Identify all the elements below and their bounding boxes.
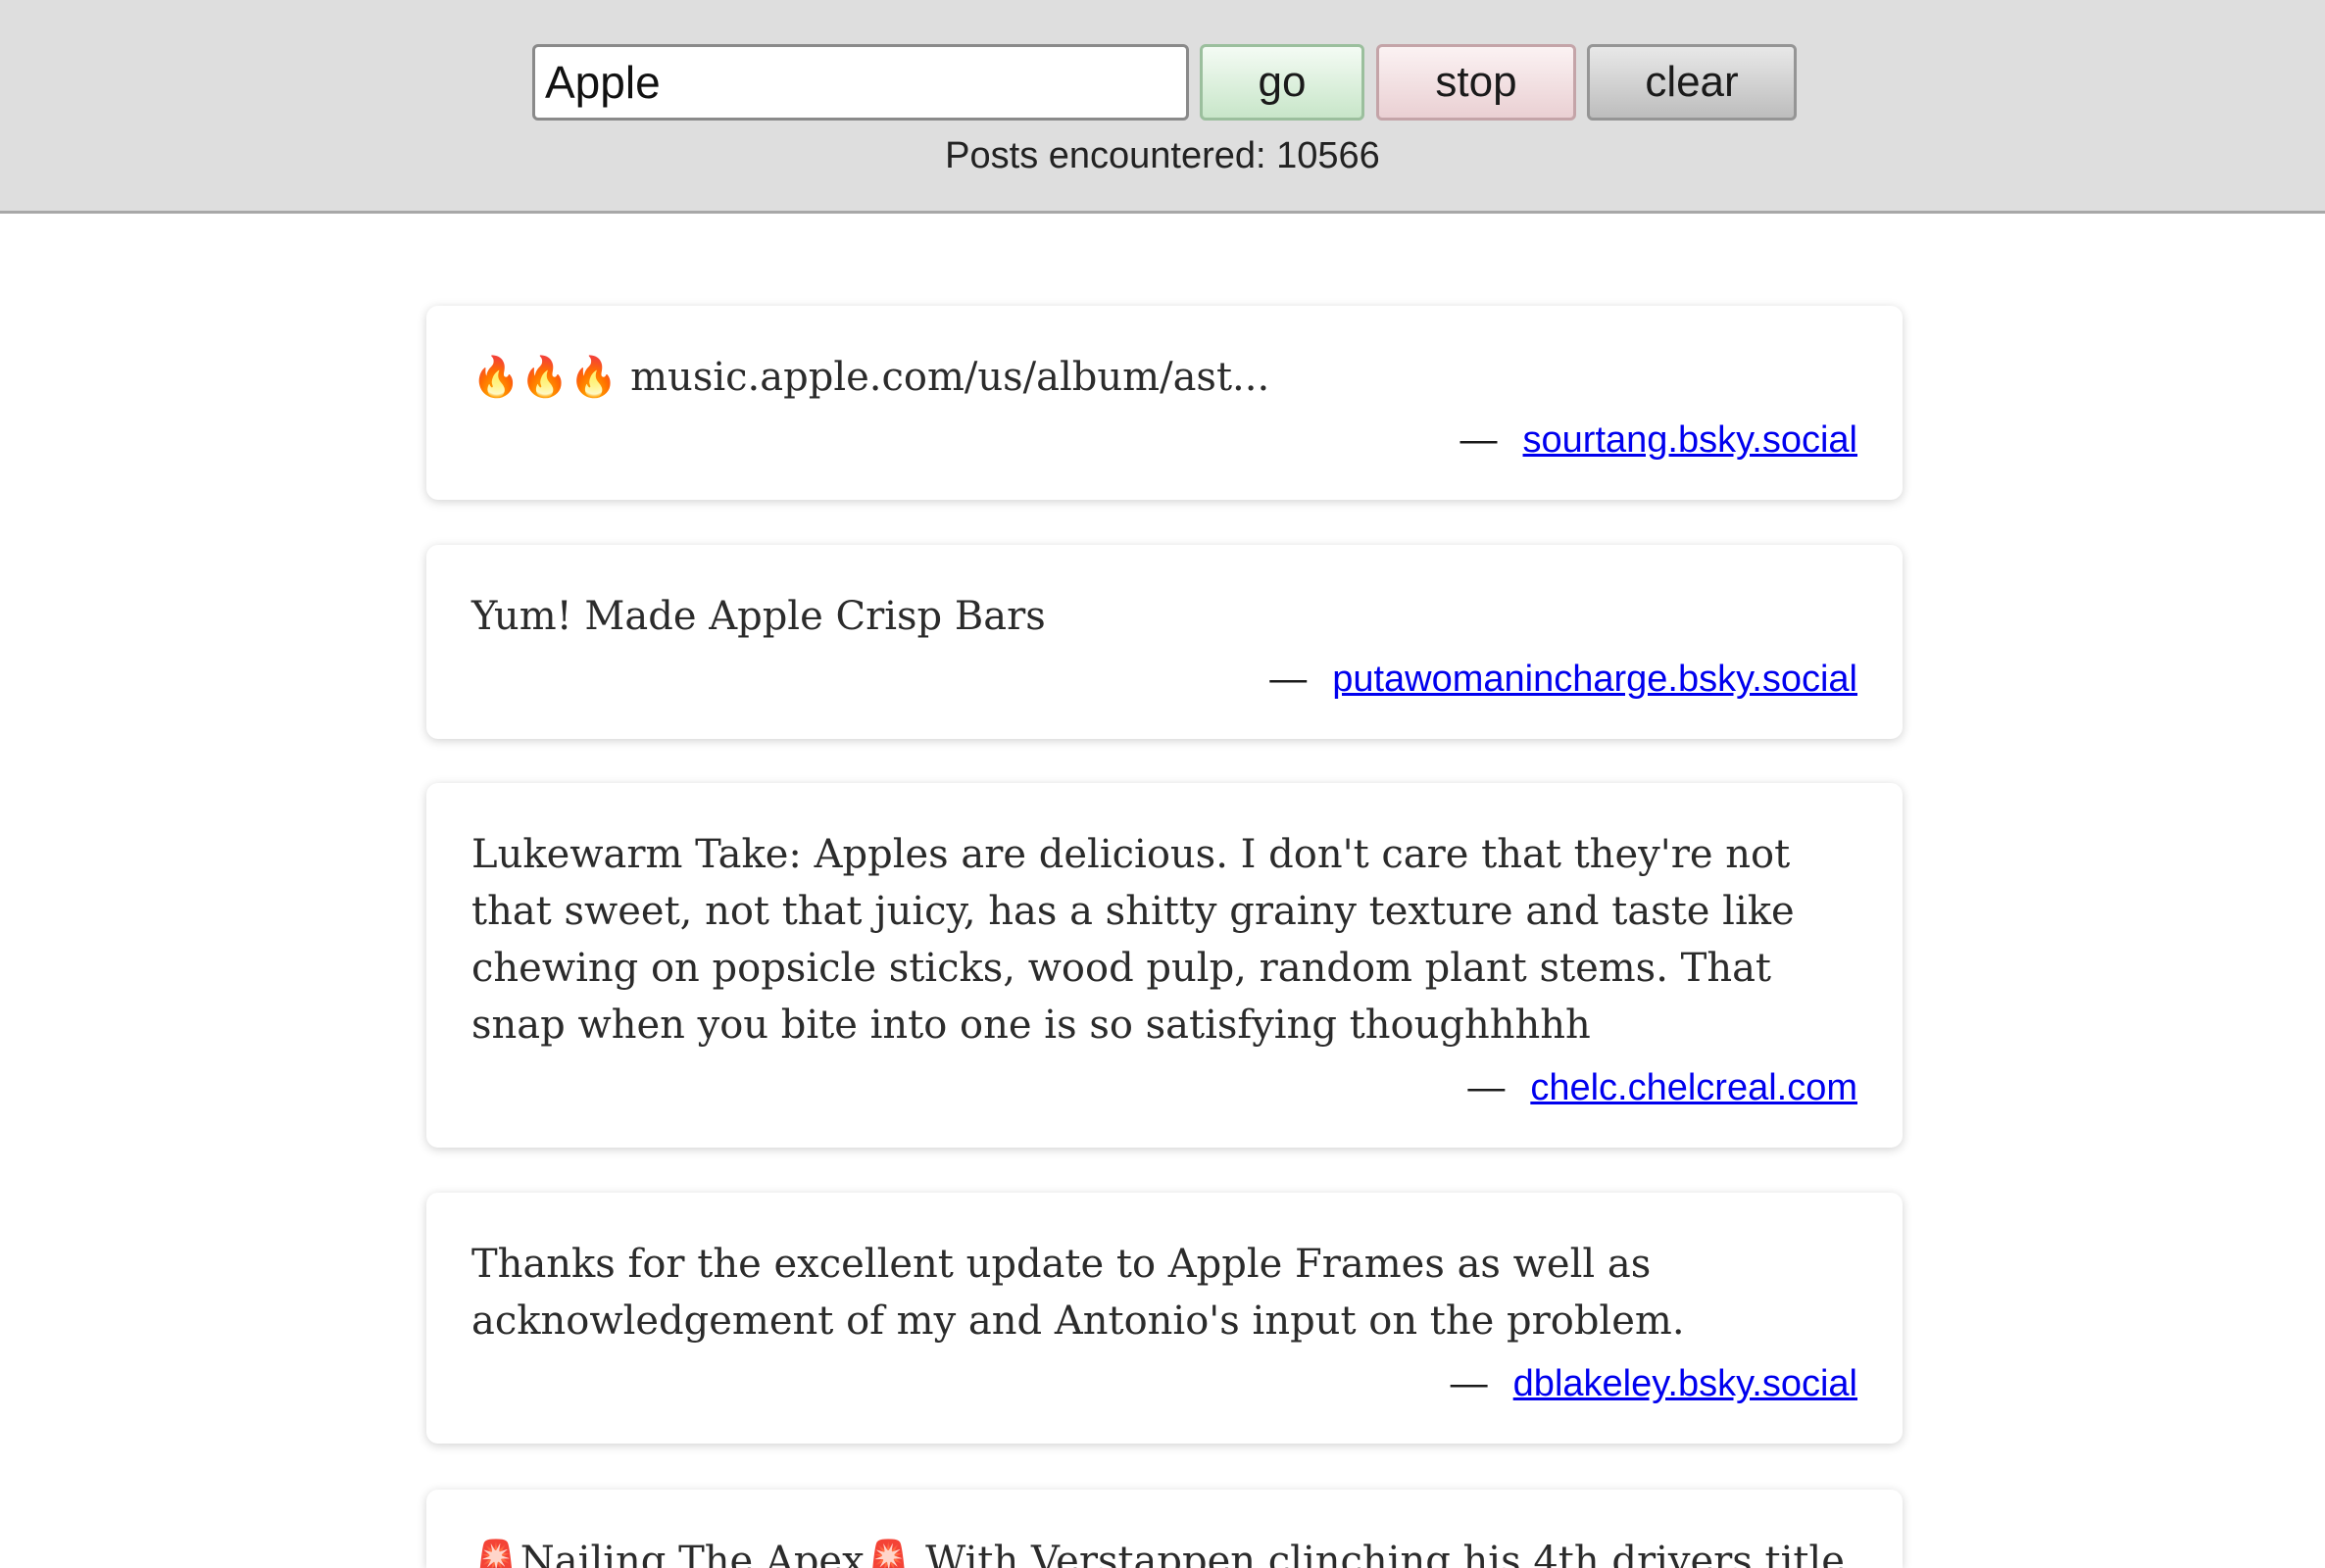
author-dash: — xyxy=(1459,419,1498,461)
post-text: Thanks for the excellent update to Apple… xyxy=(471,1242,1685,1344)
top-toolbar: go stop clear Posts encountered: 10566 xyxy=(0,0,2325,214)
go-button[interactable]: go xyxy=(1200,44,1364,121)
author-dash: — xyxy=(1450,1363,1488,1404)
post-author: — chelc.chelcreal.com xyxy=(471,1061,1857,1114)
search-input[interactable] xyxy=(532,44,1189,121)
posts-encountered-counter: Posts encountered: 10566 xyxy=(945,135,1380,176)
author-link[interactable]: dblakeley.bsky.social xyxy=(1513,1363,1857,1404)
post-card: Yum! Made Apple Crisp Bars — putawomaninc… xyxy=(426,545,1903,739)
post-author: — putawomanincharge.bsky.social xyxy=(471,653,1857,706)
author-link[interactable]: sourtang.bsky.social xyxy=(1523,419,1857,461)
post-author: — sourtang.bsky.social xyxy=(471,414,1857,466)
post-card: Lukewarm Take: Apples are delicious. I d… xyxy=(426,783,1903,1148)
post-text: Lukewarm Take: Apples are delicious. I d… xyxy=(471,832,1795,1048)
post-text: Yum! Made Apple Crisp Bars xyxy=(471,594,1046,639)
clear-button[interactable]: clear xyxy=(1587,44,1797,121)
post-text: 🔥🔥🔥 music.apple.com/us/album/ast... xyxy=(471,355,1270,400)
author-dash: — xyxy=(1269,659,1308,700)
post-card: 🔥🔥🔥 music.apple.com/us/album/ast... — sou… xyxy=(426,306,1903,500)
post-card: Thanks for the excellent update to Apple… xyxy=(426,1193,1903,1444)
author-link[interactable]: putawomanincharge.bsky.social xyxy=(1332,659,1857,700)
stop-button[interactable]: stop xyxy=(1376,44,1576,121)
author-link[interactable]: chelc.chelcreal.com xyxy=(1530,1067,1857,1108)
author-dash: — xyxy=(1467,1067,1506,1108)
post-text: 🚨Nailing The Apex🚨 With Verstappen clinc… xyxy=(471,1539,1845,1568)
post-card: 🚨Nailing The Apex🚨 With Verstappen clinc… xyxy=(426,1490,1903,1568)
post-author: — dblakeley.bsky.social xyxy=(471,1357,1857,1410)
